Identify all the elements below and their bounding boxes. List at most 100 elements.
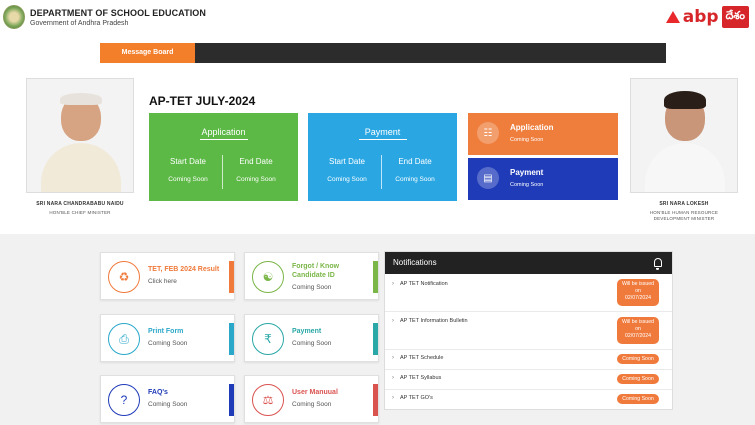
message-board: Message Board — [100, 43, 666, 63]
tile-title: Application — [201, 127, 246, 137]
result-card[interactable]: ♻ TET, FEB 2024 Result Click here — [100, 252, 235, 300]
card-title: Print Form — [148, 328, 184, 335]
badge-line: on — [635, 288, 641, 294]
faq-card[interactable]: ? FAQ's Coming Soon — [100, 375, 235, 423]
document-icon: ☷ — [477, 122, 499, 144]
badge-line: on — [635, 326, 641, 332]
status-badge: Will be issued on 02/07/2024 — [617, 279, 659, 306]
start-date-value: Coming Soon — [168, 176, 208, 183]
notifications-header: Notifications — [385, 252, 672, 274]
card-value: Coming Soon — [148, 401, 188, 408]
user-manual-card[interactable]: ⚖ User Manuual Coming Soon — [244, 375, 379, 423]
ap-emblem-logo — [3, 5, 25, 29]
application-side-tile[interactable]: ☷ Application Coming Soon — [468, 113, 618, 155]
card-value: Coming Soon — [148, 340, 188, 347]
end-date-block: End Date Coming Soon — [380, 157, 450, 183]
chevron-right-icon: › — [392, 355, 394, 361]
payment-side-tile[interactable]: ▤ Payment Coming Soon — [468, 158, 618, 200]
abp-brand-box: దేశం — [721, 6, 749, 28]
card-title: Payment — [292, 328, 322, 335]
end-date-label: End Date — [239, 157, 273, 166]
leader-chief-minister: SRI NARA CHANDRABABU NAIDU HON'BLE CHIEF… — [26, 78, 134, 216]
application-dates-tile[interactable]: Application Start Date Coming Soon End D… — [149, 113, 298, 201]
exam-title: AP-TET JULY-2024 — [149, 94, 256, 108]
side-tile-title: Payment — [510, 168, 544, 177]
side-tile-title: Application — [510, 123, 554, 132]
badge-line: Will be issued — [621, 281, 654, 287]
leader-role: HON'BLE CHIEF MINISTER — [49, 210, 111, 215]
wallet-icon: ▤ — [477, 167, 499, 189]
notifications-title: Notifications — [393, 258, 437, 267]
card-accent-bar — [373, 261, 378, 293]
start-date-block: Start Date Coming Soon — [312, 157, 382, 183]
card-title: FAQ's — [148, 389, 168, 396]
user-id-icon: ☯ — [252, 261, 284, 293]
side-tile-value: Coming Soon — [510, 137, 544, 143]
leader-name: SRI NARA LOKESH — [659, 201, 709, 207]
notification-item[interactable]: › AP TET GO's Coming Soon — [385, 390, 672, 409]
start-date-value: Coming Soon — [327, 176, 367, 183]
abp-desam-logo[interactable]: abp దేశం — [665, 4, 749, 30]
status-badge: Coming Soon — [617, 394, 659, 404]
notification-item[interactable]: › AP TET Syllabus Coming Soon — [385, 370, 672, 390]
result-icon: ♻ — [108, 261, 140, 293]
manual-icon: ⚖ — [252, 384, 284, 416]
notification-label: AP TET Information Bulletin — [400, 318, 468, 324]
notification-item[interactable]: › AP TET Schedule Coming Soon — [385, 350, 672, 370]
card-value: Coming Soon — [292, 340, 332, 347]
card-accent-bar — [229, 261, 234, 293]
title-underline — [358, 139, 407, 140]
abp-brand-text: abp — [682, 7, 719, 27]
card-value: Click here — [148, 278, 177, 285]
badge-line: 02/07/2024 — [625, 333, 651, 339]
card-title-line1: Forgot / Know — [292, 263, 340, 270]
message-board-label[interactable]: Message Board — [100, 43, 195, 63]
chief-minister-photo — [26, 78, 134, 193]
notification-label: AP TET GO's — [400, 395, 433, 401]
leader-name: SRI NARA CHANDRABABU NAIDU — [36, 201, 124, 207]
notification-item[interactable]: › AP TET Information Bulletin Will be is… — [385, 312, 672, 350]
badge-line: Will be issued — [621, 319, 654, 325]
end-date-label: End Date — [398, 157, 432, 166]
dept-subtitle: Government of Andhra Pradesh — [30, 20, 129, 27]
title-underline — [199, 139, 248, 140]
side-tile-value: Coming Soon — [510, 182, 544, 188]
end-date-block: End Date Coming Soon — [221, 157, 291, 183]
leader-hrd-minister: SRI NARA LOKESH HON'BLE HUMAN RESOURCE D… — [630, 78, 738, 222]
printer-icon: ⎙ — [108, 323, 140, 355]
start-date-block: Start Date Coming Soon — [153, 157, 223, 183]
hrd-minister-photo — [630, 78, 738, 193]
end-date-value: Coming Soon — [395, 176, 435, 183]
question-icon: ? — [108, 384, 140, 416]
start-date-label: Start Date — [328, 157, 365, 166]
tile-title: Payment — [364, 127, 401, 137]
card-title: TET, FEB 2024 Result — [148, 266, 220, 273]
card-accent-bar — [229, 323, 234, 355]
site-header: DEPARTMENT OF SCHOOL EDUCATION Governmen… — [0, 0, 755, 36]
notification-label: AP TET Syllabus — [400, 375, 442, 381]
chevron-right-icon: › — [392, 281, 394, 287]
bell-icon[interactable] — [654, 258, 662, 270]
abp-triangle-icon — [665, 11, 680, 23]
chevron-right-icon: › — [392, 395, 394, 401]
notification-label: AP TET Schedule — [400, 355, 444, 361]
card-title: User Manuual — [292, 389, 338, 396]
payment-icon: ₹ — [252, 323, 284, 355]
status-badge: Will be issued on 02/07/2024 — [617, 317, 659, 344]
notification-label: AP TET Notification — [400, 281, 448, 287]
print-form-card[interactable]: ⎙ Print Form Coming Soon — [100, 314, 235, 362]
payment-dates-tile[interactable]: Payment Start Date Coming Soon End Date … — [308, 113, 457, 201]
notifications-panel: Notifications › AP TET Notification Will… — [384, 251, 673, 410]
card-value: Coming Soon — [292, 401, 332, 408]
dept-title: DEPARTMENT OF SCHOOL EDUCATION — [30, 8, 206, 18]
payment-card[interactable]: ₹ Payment Coming Soon — [244, 314, 379, 362]
candidate-id-card[interactable]: ☯ Forgot / Know Candidate ID Coming Soon — [244, 252, 379, 300]
card-value: Coming Soon — [292, 284, 332, 291]
end-date-value: Coming Soon — [236, 176, 276, 183]
notification-item[interactable]: › AP TET Notification Will be issued on … — [385, 274, 672, 312]
start-date-label: Start Date — [169, 157, 206, 166]
chevron-right-icon: › — [392, 375, 394, 381]
card-accent-bar — [373, 384, 378, 416]
card-accent-bar — [373, 323, 378, 355]
card-accent-bar — [229, 384, 234, 416]
